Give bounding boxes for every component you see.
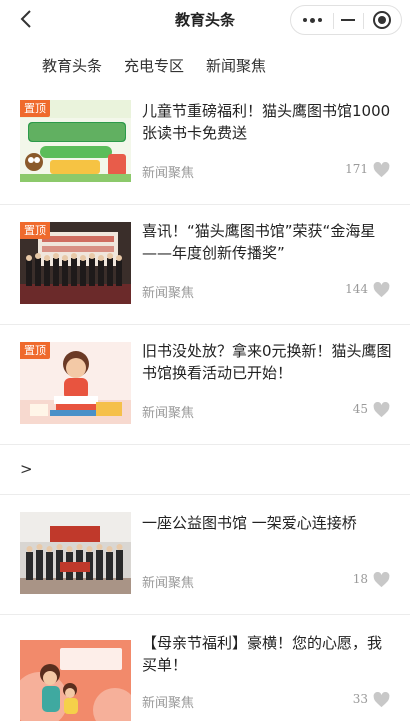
minus-icon <box>341 19 355 21</box>
article-category: 新闻聚焦 <box>142 286 195 301</box>
like-count: 45 <box>352 402 368 416</box>
tab-label: 教育头条 <box>42 57 103 75</box>
more-button[interactable] <box>291 6 333 34</box>
article-category: 新闻聚焦 <box>142 696 195 711</box>
article-item[interactable]: 置顶 旧书没处放？拿来0元换新！猫头鹰图书馆换看活动已开始！ 新闻聚焦 45 <box>0 332 410 444</box>
chevron-right-marker[interactable]: > <box>20 460 33 478</box>
article-thumbnail <box>20 640 131 721</box>
heart-icon[interactable] <box>373 692 390 708</box>
divider <box>0 444 410 445</box>
tab-education-headlines[interactable]: 教育头条 <box>42 55 103 77</box>
article-item[interactable]: 置顶 儿童节重磅福利！猫头鹰图书馆1000张读书卡免费送 新闻聚焦 171 <box>0 92 410 204</box>
article-title: 喜讯！“猫头鹰图书馆”荣获“金海星——年度创新传播奖” <box>142 222 376 262</box>
close-mini-program-button[interactable] <box>363 6 401 34</box>
article-thumbnail: 置顶 <box>20 342 131 424</box>
divider <box>0 614 410 615</box>
article-item[interactable]: 置顶 喜讯！“猫头鹰图书馆”荣获“金海星——年度创新传播奖” 新闻聚焦 144 <box>0 212 410 324</box>
article-title: 一座公益图书馆 一架爱心连接桥 <box>142 514 357 532</box>
article-item[interactable]: 【母亲节福利】豪横！您的心愿，我买单！ 新闻聚焦 33 <box>0 622 410 721</box>
like-count: 33 <box>352 692 368 706</box>
tab-news-focus[interactable]: 新闻聚焦 <box>206 55 266 76</box>
more-dots-icon <box>302 17 322 23</box>
heart-icon[interactable] <box>373 162 390 178</box>
divider <box>0 204 410 205</box>
article-title: 旧书没处放？拿来0元换新！猫头鹰图书馆换看活动已开始！ <box>142 342 392 382</box>
like-count: 18 <box>352 572 368 586</box>
navigation-bar: 教育头条 <box>0 0 410 40</box>
pinned-badge: 置顶 <box>20 342 50 359</box>
article-thumbnail: 置顶 <box>20 100 131 182</box>
pinned-badge: 置顶 <box>20 222 50 239</box>
article-title: 儿童节重磅福利！猫头鹰图书馆1000张读书卡免费送 <box>142 102 391 142</box>
like-count: 144 <box>345 282 368 296</box>
tab-label: 新闻聚焦 <box>206 57 267 75</box>
minimize-button[interactable] <box>333 6 363 34</box>
article-thumbnail <box>20 512 131 594</box>
category-tabs: 教育头条 充电专区 新闻聚焦 <box>0 52 410 82</box>
tab-label: 充电专区 <box>124 57 185 75</box>
article-thumbnail: 置顶 <box>20 222 131 304</box>
pinned-badge: 置顶 <box>20 100 50 117</box>
article-title: 【母亲节福利】豪横！您的心愿，我买单！ <box>142 634 383 674</box>
tab-charging-zone[interactable]: 充电专区 <box>124 55 184 76</box>
mini-program-capsule <box>290 5 402 35</box>
article-item[interactable]: 一座公益图书馆 一架爱心连接桥 新闻聚焦 18 <box>0 502 410 614</box>
divider <box>0 324 410 325</box>
heart-icon[interactable] <box>373 282 390 298</box>
divider <box>0 494 410 495</box>
like-count: 171 <box>345 162 368 176</box>
target-circle-icon <box>373 11 391 29</box>
heart-icon[interactable] <box>373 402 390 418</box>
article-category: 新闻聚焦 <box>142 166 195 181</box>
article-category: 新闻聚焦 <box>142 406 195 421</box>
heart-icon[interactable] <box>373 572 390 588</box>
article-category: 新闻聚焦 <box>142 576 195 591</box>
